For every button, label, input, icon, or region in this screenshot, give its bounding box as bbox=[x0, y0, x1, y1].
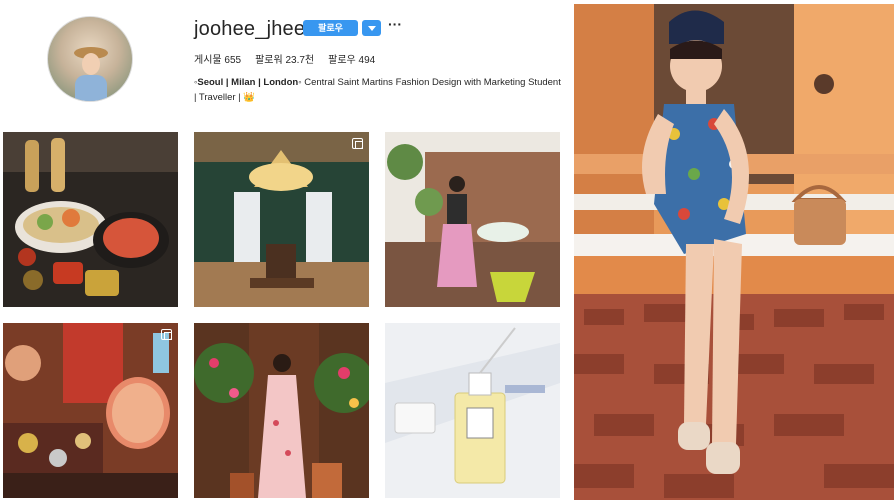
multiple-photos-icon bbox=[161, 329, 172, 340]
profile-page: joohee_jhee 팔로우 ··· 게시물 655 팔로워 23.7천 팔로… bbox=[0, 0, 570, 504]
posts-count: 게시물 655 bbox=[194, 55, 242, 66]
more-options-icon[interactable]: ··· bbox=[388, 16, 402, 32]
multiple-photos-icon bbox=[352, 138, 363, 149]
woman-on-steps-photo bbox=[574, 4, 894, 500]
profile-username: joohee_jhee bbox=[194, 18, 306, 40]
doorway-photo bbox=[194, 323, 369, 498]
bio-line2: | Traveller | 👑 bbox=[194, 92, 256, 103]
chevron-down-icon bbox=[368, 26, 376, 31]
post-thumbnail-perfume-bottle[interactable] bbox=[385, 323, 560, 498]
hall-photo bbox=[194, 132, 369, 307]
post-thumbnail-food[interactable] bbox=[3, 132, 178, 307]
post-thumbnail-jewelry-market[interactable] bbox=[3, 323, 178, 498]
bottle-photo bbox=[385, 323, 560, 498]
post-thumbnail-balcony[interactable] bbox=[385, 132, 560, 307]
post-thumbnail-flower-doorway[interactable] bbox=[194, 323, 369, 498]
market-photo bbox=[3, 323, 178, 498]
featured-photo bbox=[574, 4, 894, 500]
profile-bio: ◦Seoul | Milan | London◦ Central Saint M… bbox=[194, 77, 561, 103]
follow-button[interactable]: 팔로우 bbox=[303, 20, 358, 36]
following-count[interactable]: 팔로우 494 bbox=[328, 51, 375, 66]
post-thumbnail-chandelier-hall[interactable] bbox=[194, 132, 369, 307]
food-photo bbox=[3, 132, 178, 307]
profile-avatar[interactable] bbox=[47, 16, 133, 102]
suggestions-dropdown-button[interactable] bbox=[362, 20, 381, 36]
balcony-photo bbox=[385, 132, 560, 307]
followers-count[interactable]: 팔로워 23.7천 bbox=[255, 51, 314, 66]
profile-stats: 게시물 655 팔로워 23.7천 팔로우 494 bbox=[194, 51, 375, 66]
bio-locations: Seoul | Milan | London bbox=[197, 77, 299, 88]
